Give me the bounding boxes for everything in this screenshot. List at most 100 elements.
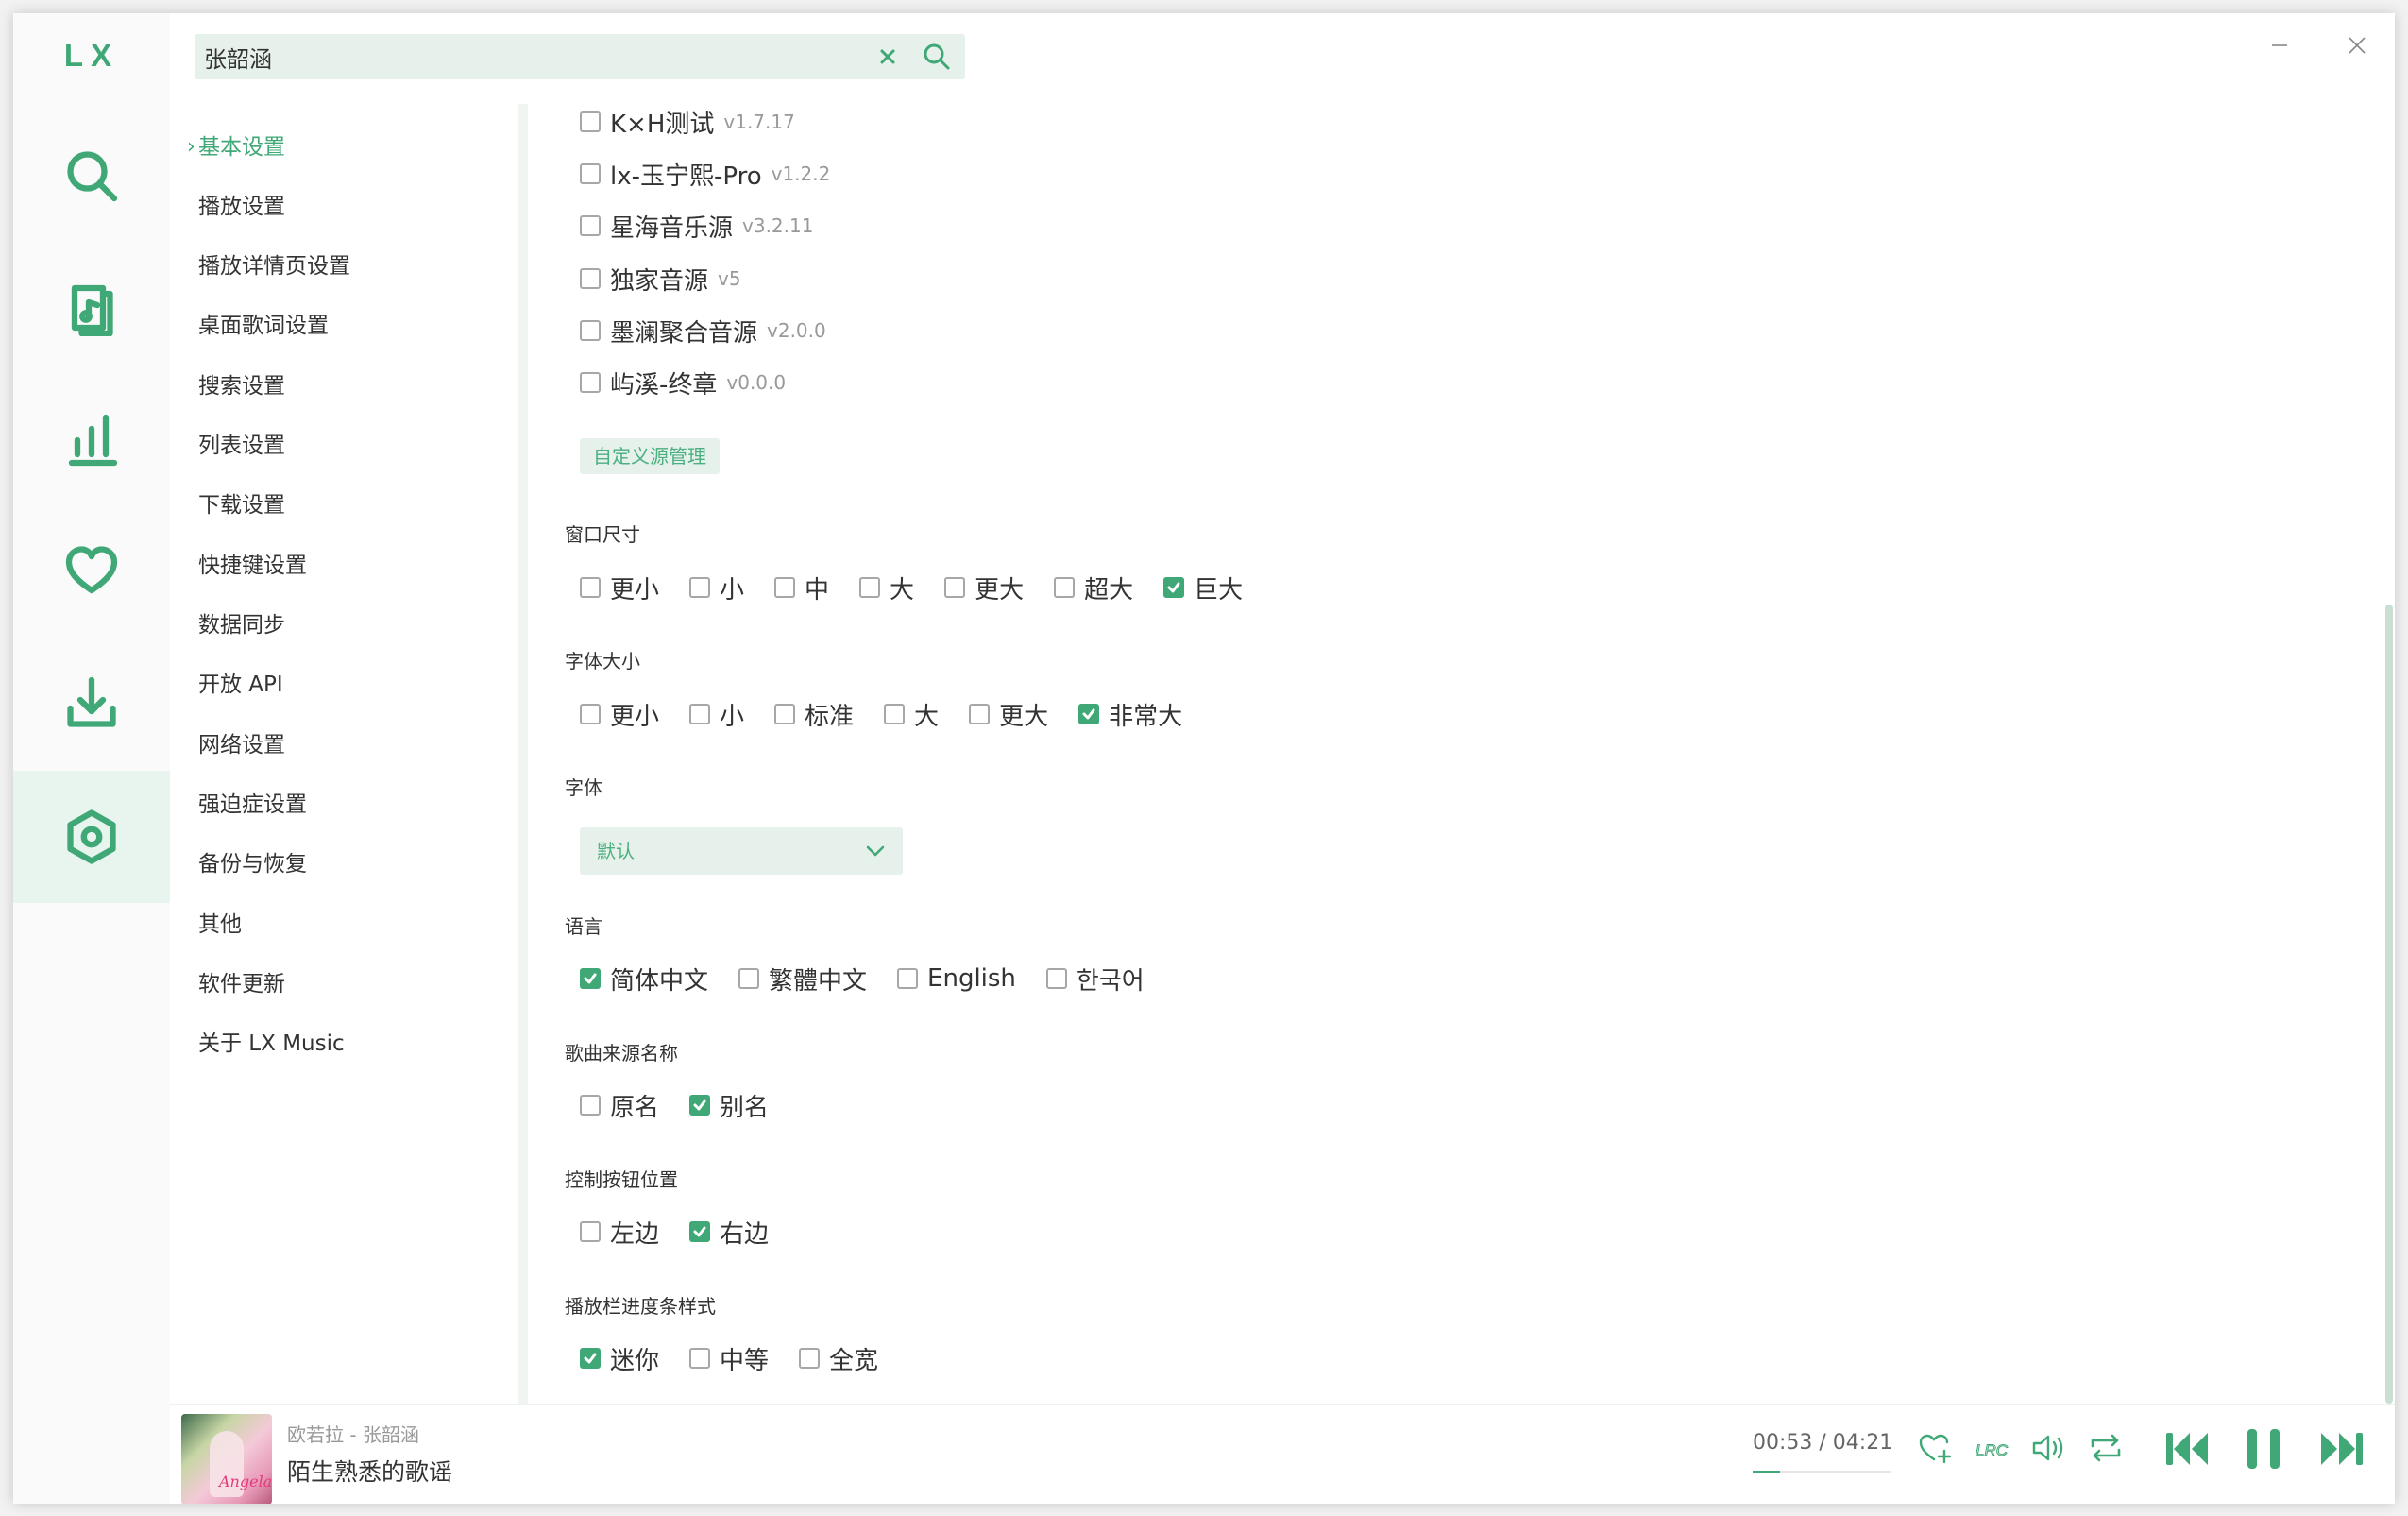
option-checkbox[interactable]: 原名: [580, 1088, 659, 1123]
scrollbar-thumb[interactable]: [2385, 605, 2393, 1404]
settings-nav-about[interactable]: 关于 LX Music: [198, 1025, 345, 1063]
option-checkbox[interactable]: 大: [884, 697, 939, 732]
settings-nav-label: 播放详情页设置: [198, 254, 350, 279]
search-button[interactable]: [920, 40, 954, 74]
scrollbar[interactable]: [2385, 104, 2393, 1404]
search-input[interactable]: [204, 34, 865, 79]
option-label: English: [927, 964, 1016, 993]
progress-bar[interactable]: [1753, 1471, 1891, 1473]
option-checkbox[interactable]: 左边: [580, 1215, 659, 1250]
source-item[interactable]: 屿溪-终章 v0.0.0: [580, 365, 816, 400]
settings-nav-basic[interactable]: › 基本设置: [187, 128, 285, 166]
source-checkbox[interactable]: 屿溪-终章 v0.0.0: [580, 366, 786, 400]
player-bar: Angela 欧若拉 - 张韶涵 陌生熟悉的歌谣 00:53 / 04:21 L…: [170, 1404, 2395, 1504]
option-label: 标准: [805, 702, 855, 731]
repeat-button[interactable]: [2085, 1427, 2127, 1469]
option-checkbox[interactable]: 小: [689, 697, 744, 732]
volume-button[interactable]: [2028, 1427, 2070, 1469]
option-checkbox[interactable]: 更大: [969, 697, 1048, 732]
custom-source-manage-button[interactable]: 自定义源管理: [580, 438, 720, 474]
next-button[interactable]: [2315, 1423, 2366, 1474]
option-checkbox[interactable]: 非常大: [1078, 697, 1182, 732]
download-icon: [67, 676, 116, 727]
main-nav: LX: [13, 13, 170, 1504]
settings-nav-label: 网络设置: [198, 733, 285, 758]
settings-nav-label: 数据同步: [198, 613, 285, 638]
option-checkbox[interactable]: 中等: [689, 1341, 769, 1376]
source-item[interactable]: 星海音乐源 v3.2.11: [580, 208, 843, 244]
check-icon: [693, 1226, 706, 1237]
option-checkbox[interactable]: 标准: [774, 697, 854, 732]
font-size-options: 更小 小 标准 大 更大 非常大: [580, 695, 1212, 733]
checkbox-box: [580, 372, 601, 393]
search-icon: [67, 151, 118, 202]
option-checkbox[interactable]: 简体中文: [580, 962, 708, 996]
minimize-button[interactable]: [2261, 26, 2298, 64]
option-checkbox[interactable]: 别名: [689, 1088, 769, 1123]
lyric-button[interactable]: LRC: [1972, 1427, 2013, 1469]
settings-nav-other[interactable]: 其他: [198, 906, 242, 944]
check-icon: [1082, 708, 1095, 720]
clear-search-button[interactable]: [873, 42, 903, 72]
control-position-options: 左边 右边: [580, 1213, 799, 1251]
nav-songlist-button[interactable]: [13, 242, 170, 374]
source-checkbox[interactable]: 墨澜聚合音源 v2.0.0: [580, 314, 826, 349]
settings-nav-search[interactable]: 搜索设置: [198, 367, 285, 405]
source-item[interactable]: 独家音源 v5: [580, 261, 772, 297]
nav-download-button[interactable]: [13, 637, 170, 769]
settings-nav-play-detail[interactable]: 播放详情页设置: [198, 247, 350, 285]
nav-favorites-button[interactable]: [13, 504, 170, 637]
settings-nav-download[interactable]: 下载设置: [198, 486, 285, 524]
settings-nav-open-api[interactable]: 开放 API: [198, 666, 283, 704]
option-checkbox[interactable]: 大: [859, 571, 914, 605]
checkbox-box: [580, 577, 601, 598]
option-checkbox[interactable]: 한국어: [1045, 962, 1145, 996]
option-label: 更大: [975, 575, 1025, 605]
song-name[interactable]: 陌生熟悉的歌谣: [287, 1454, 452, 1488]
option-checkbox[interactable]: 超大: [1054, 571, 1133, 605]
checkbox-box: [859, 577, 881, 598]
option-checkbox[interactable]: 全宽: [799, 1341, 878, 1376]
nav-leaderboard-button[interactable]: [13, 374, 170, 506]
source-checkbox[interactable]: K×H测试 v1.7.17: [580, 105, 795, 140]
font-select[interactable]: 默认: [580, 827, 903, 875]
pause-button[interactable]: [2238, 1423, 2289, 1474]
checkbox-box: [580, 320, 601, 341]
option-checkbox[interactable]: 更大: [944, 571, 1024, 605]
option-checkbox[interactable]: 右边: [689, 1215, 769, 1250]
settings-nav-odc[interactable]: 强迫症设置: [198, 786, 307, 824]
close-icon: [880, 49, 895, 64]
option-label: 原名: [610, 1093, 660, 1122]
option-checkbox[interactable]: English: [897, 964, 1016, 993]
settings-nav-list[interactable]: 列表设置: [198, 427, 285, 465]
settings-nav: › 基本设置 播放设置 播放详情页设置 桌面歌词设置 搜索设置 列表设置 下载设置…: [170, 104, 523, 1404]
option-checkbox[interactable]: 迷你: [580, 1341, 659, 1376]
previous-button[interactable]: [2162, 1423, 2213, 1474]
settings-nav-backup[interactable]: 备份与恢复: [198, 845, 307, 883]
option-checkbox[interactable]: 更小: [580, 571, 659, 605]
pause-icon: [2247, 1429, 2280, 1469]
source-item[interactable]: lx-玉宁熙-Pro v1.2.2: [580, 156, 860, 192]
nav-settings-button[interactable]: [13, 771, 170, 903]
option-checkbox[interactable]: 更小: [580, 697, 659, 732]
source-checkbox[interactable]: lx-玉宁熙-Pro v1.2.2: [580, 157, 830, 192]
add-to-list-button[interactable]: [1915, 1427, 1957, 1469]
source-item[interactable]: K×H测试 v1.7.17: [580, 104, 825, 140]
source-checkbox[interactable]: 独家音源 v5: [580, 262, 741, 297]
option-checkbox[interactable]: 中: [774, 571, 829, 605]
settings-nav-sync[interactable]: 数据同步: [198, 606, 285, 644]
nav-search-button[interactable]: [13, 110, 170, 242]
settings-nav-hotkey[interactable]: 快捷键设置: [198, 547, 307, 585]
close-window-button[interactable]: [2338, 26, 2376, 64]
album-cover[interactable]: Angela: [181, 1414, 272, 1504]
settings-nav-play[interactable]: 播放设置: [198, 188, 285, 226]
option-checkbox[interactable]: 巨大: [1163, 571, 1243, 605]
settings-nav-update[interactable]: 软件更新: [198, 965, 285, 1003]
source-item[interactable]: 墨澜聚合音源 v2.0.0: [580, 313, 856, 349]
settings-nav-network[interactable]: 网络设置: [198, 726, 285, 764]
source-checkbox[interactable]: 星海音乐源 v3.2.11: [580, 209, 813, 244]
source-version: v2.0.0: [767, 319, 826, 342]
option-checkbox[interactable]: 小: [689, 571, 744, 605]
option-checkbox[interactable]: 繁體中文: [738, 962, 867, 996]
settings-nav-desktop-lyric[interactable]: 桌面歌词设置: [198, 307, 329, 345]
